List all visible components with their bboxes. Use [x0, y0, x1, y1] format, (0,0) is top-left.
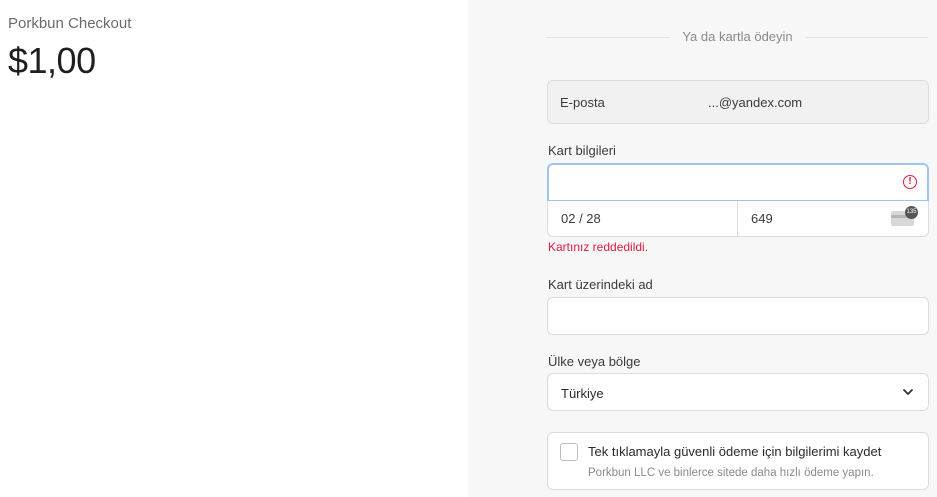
name-on-card-input[interactable]: [547, 297, 929, 335]
cvc-badge: 135: [905, 206, 918, 219]
cvc-card-icon: 135: [891, 206, 918, 226]
expiry-value: 02 / 28: [561, 211, 601, 226]
total-amount: $1,00: [8, 40, 96, 81]
save-info-box: Tek tıklamayla güvenli ödeme için bilgil…: [547, 432, 929, 490]
country-select[interactable]: Türkiye: [547, 373, 929, 411]
email-value: ...@yandex.com: [708, 95, 803, 110]
merchant-name: Porkbun Checkout: [8, 15, 132, 32]
name-on-card-label: Kart üzerindeki ad: [548, 277, 653, 292]
expiry-cvc-row: 02 / 28 649 135: [547, 201, 929, 237]
country-label: Ülke veya bölge: [548, 354, 641, 369]
email-label: E-posta: [560, 95, 605, 110]
order-summary-pane: Porkbun Checkout $1,00: [0, 0, 468, 497]
divider-line-right: [806, 37, 928, 38]
error-icon: !: [903, 175, 917, 189]
payment-pane: [468, 0, 937, 497]
expiry-input[interactable]: 02 / 28: [547, 201, 738, 237]
card-number-input[interactable]: !: [547, 163, 929, 202]
country-value: Türkiye: [561, 386, 604, 401]
pay-with-card-divider: Ya da kartla ödeyin: [547, 28, 928, 46]
card-info-label: Kart bilgileri: [548, 143, 616, 158]
card-error-message: Kartınız reddedildi.: [548, 240, 649, 254]
cvc-value: 649: [751, 211, 773, 226]
save-info-checkbox[interactable]: [560, 443, 578, 461]
cvc-input[interactable]: 649 135: [737, 201, 929, 237]
chevron-down-icon: [903, 389, 913, 395]
email-field[interactable]: E-posta ...@yandex.com: [547, 80, 929, 124]
save-info-subtitle: Porkbun LLC ve binlerce sitede daha hızl…: [588, 467, 874, 479]
save-info-title: Tek tıklamayla güvenli ödeme için bilgil…: [588, 444, 882, 459]
